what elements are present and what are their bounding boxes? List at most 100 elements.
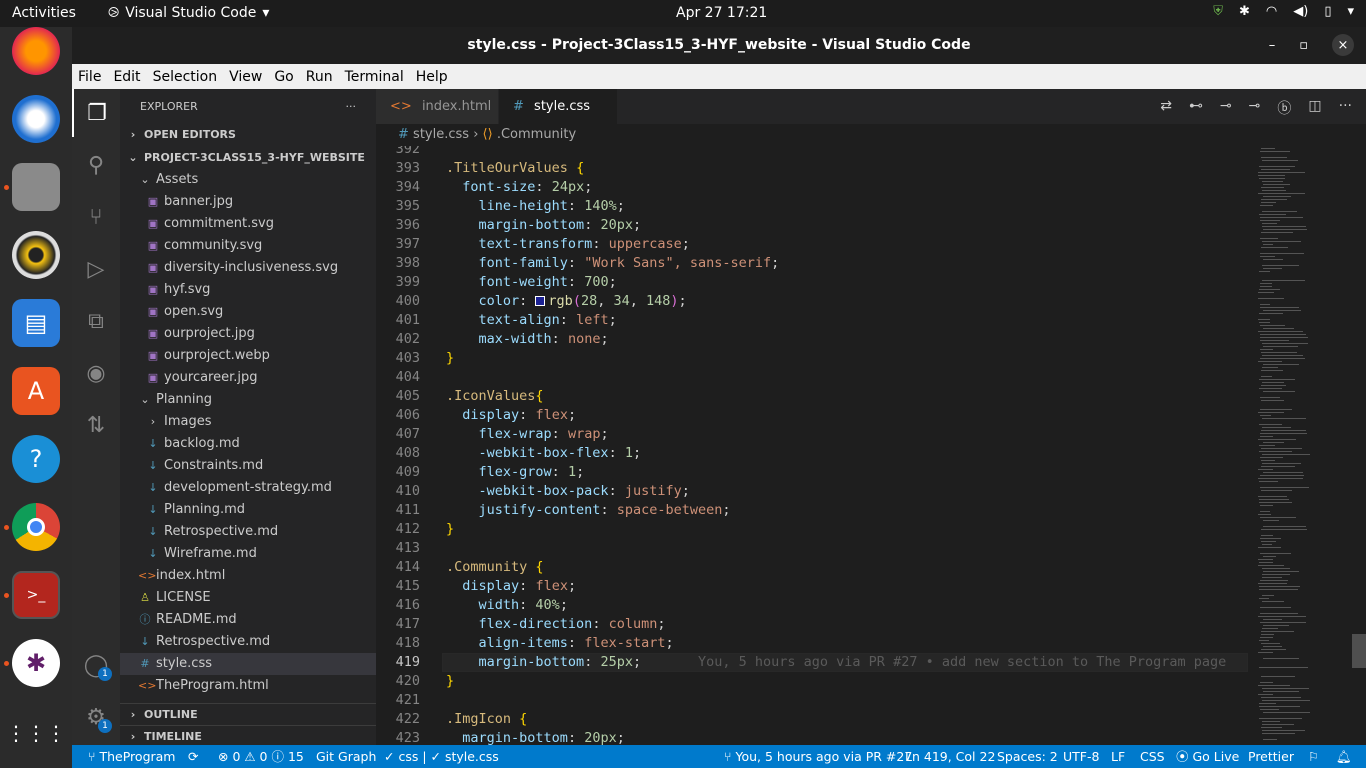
tree-file[interactable]: <>index.html [120, 565, 376, 587]
code-line[interactable]: 394 font-size: 24px; [376, 178, 1248, 197]
tab-index-html[interactable]: <> index.html [376, 89, 498, 124]
files-icon[interactable] [12, 163, 60, 211]
minimap[interactable] [1248, 146, 1366, 745]
manage-gear-icon[interactable]: ⚙ [72, 693, 120, 741]
open-editors-section[interactable]: › OPEN EDITORS [120, 124, 376, 146]
css-check-status[interactable]: ✓ css | ✓ style.css [384, 745, 499, 768]
code-line[interactable]: 405 .IconValues{ [376, 387, 1248, 406]
code-line[interactable]: 402 max-width: none; [376, 330, 1248, 349]
code-line[interactable]: 418 align-items: flex-start; [376, 634, 1248, 653]
git-graph-icon[interactable]: ◉ [72, 349, 120, 397]
menu-view[interactable]: View [223, 69, 268, 85]
volume-icon[interactable]: ◀) [1293, 4, 1308, 19]
tree-file[interactable]: # style.css [120, 653, 376, 675]
close-window-icon[interactable]: × [1332, 34, 1354, 56]
help-icon[interactable]: ? [12, 435, 60, 483]
run-debug-icon[interactable]: ▷ [72, 245, 120, 293]
code-line[interactable]: 410 -webkit-box-pack: justify; [376, 482, 1248, 501]
code-line[interactable]: 404 [376, 368, 1248, 387]
tree-file[interactable]: ▣ ourproject.webp [120, 345, 376, 367]
tree-file[interactable]: ↓ development-strategy.md [120, 477, 376, 499]
problems-status[interactable]: ⊗ 0 ⚠ 0 ⓘ 15 [218, 745, 304, 768]
tree-file[interactable]: ▣ open.svg [120, 301, 376, 323]
timeline-section[interactable]: › TIMELINE [120, 725, 376, 747]
tree-file[interactable]: ▣ commitment.svg [120, 213, 376, 235]
more-actions-icon[interactable]: ··· [346, 89, 357, 124]
code-line[interactable]: 396 margin-bottom: 20px; [376, 216, 1248, 235]
extensions-icon[interactable]: ⧉ [72, 297, 120, 345]
tree-file[interactable]: ▣ hyf.svg [120, 279, 376, 301]
tree-file[interactable]: ↓ Wireframe.md [120, 543, 376, 565]
code-line[interactable]: 392 [376, 146, 1248, 159]
code-line[interactable]: 408 -webkit-box-flex: 1; [376, 444, 1248, 463]
menu-help[interactable]: Help [410, 69, 454, 85]
activities-button[interactable]: Activities [12, 5, 76, 21]
code-line[interactable]: 401 text-align: left; [376, 311, 1248, 330]
firefox-icon[interactable] [12, 27, 60, 75]
libreoffice-writer-icon[interactable]: ▤ [12, 299, 60, 347]
toggle-blame-icon[interactable]: ⓑ [1277, 98, 1291, 118]
code-line[interactable]: 420} [376, 672, 1248, 691]
tree-file[interactable]: ↓ Planning.md [120, 499, 376, 521]
encoding-status[interactable]: UTF-8 [1063, 745, 1099, 768]
tree-file[interactable]: ▣ banner.jpg [120, 191, 376, 213]
system-tray[interactable]: ⛨ ✱ ◠ ◀) ▯ ▾ [1213, 4, 1354, 19]
code-line[interactable]: 411 justify-content: space-between; [376, 501, 1248, 520]
software-center-icon[interactable]: A [12, 367, 60, 415]
breadcrumb-symbol[interactable]: .Community [497, 127, 576, 142]
tree-file[interactable]: ▣ yourcareer.jpg [120, 367, 376, 389]
menu-terminal[interactable]: Terminal [339, 69, 410, 85]
accounts-icon[interactable]: ◯ [72, 641, 120, 689]
prettier-status[interactable]: Prettier [1248, 745, 1294, 768]
tree-file[interactable]: ↓ backlog.md [120, 433, 376, 455]
feedback-icon[interactable]: ⚐ [1308, 745, 1319, 768]
app-menu[interactable]: ⧁ Visual Studio Code ▾ [108, 5, 269, 21]
code-line[interactable]: 419 margin-bottom: 25px; You, 5 hours ago… [376, 653, 1248, 672]
menu-selection[interactable]: Selection [147, 69, 224, 85]
eol-status[interactable]: LF [1111, 745, 1125, 768]
branch-status[interactable]: ⑂ TheProgram [88, 745, 175, 768]
shield-icon[interactable]: ⛨ [1213, 4, 1223, 19]
tree-folder[interactable]: ⌄ Planning [120, 389, 376, 411]
chrome-icon[interactable] [12, 503, 60, 551]
tree-file[interactable]: ▣ ourproject.jpg [120, 323, 376, 345]
tree-file[interactable]: ⓘ README.md [120, 609, 376, 631]
next-change-icon[interactable]: ⊸ [1249, 98, 1261, 118]
rhythmbox-icon[interactable] [12, 231, 60, 279]
code-line[interactable]: 406 display: flex; [376, 406, 1248, 425]
slack-tray-icon[interactable]: ✱ [1239, 4, 1250, 19]
menu-file[interactable]: File [72, 69, 107, 85]
show-apps-icon[interactable]: ⋮⋮⋮ [6, 709, 66, 757]
scrollbar-thumb[interactable] [1352, 634, 1366, 668]
source-control-icon[interactable]: ⑂ [72, 193, 120, 241]
menu-edit[interactable]: Edit [107, 69, 146, 85]
search-icon[interactable]: ⚲ [72, 141, 120, 189]
open-changes-icon[interactable]: ⇄ [1160, 98, 1172, 118]
outline-section[interactable]: › OUTLINE [120, 703, 376, 725]
indentation-status[interactable]: Spaces: 2 [997, 745, 1058, 768]
code-line[interactable]: 393 .TitleOurValues { [376, 159, 1248, 178]
code-line[interactable]: 416 width: 40%; [376, 596, 1248, 615]
code-line[interactable]: 412} [376, 520, 1248, 539]
code-line[interactable]: 400 color: rgb(28, 34, 148); [376, 292, 1248, 311]
code-line[interactable]: 399 font-weight: 700; [376, 273, 1248, 292]
tree-file[interactable]: ↓ Constraints.md [120, 455, 376, 477]
tab-style-css[interactable]: # style.css × [499, 89, 617, 149]
tree-file[interactable]: ♙ LICENSE [120, 587, 376, 609]
code-line[interactable]: 414 .Community { [376, 558, 1248, 577]
split-editor-icon[interactable]: ◫ [1308, 98, 1321, 118]
breadcrumb-file[interactable]: style.css [413, 127, 469, 142]
pull-request-icon[interactable]: ⇅ [72, 401, 120, 449]
go-live-button[interactable]: ⦿ Go Live [1176, 745, 1239, 768]
tree-file[interactable]: ▣ community.svg [120, 235, 376, 257]
maximize-icon[interactable]: ▫ [1299, 27, 1308, 64]
cursor-position[interactable]: Ln 419, Col 22 [905, 745, 995, 768]
slack-icon[interactable]: ✱ [12, 639, 60, 687]
tree-file[interactable]: ↓ Retrospective.md [120, 631, 376, 653]
code-line[interactable]: 421 [376, 691, 1248, 710]
code-line[interactable]: 423 margin-bottom: 20px; [376, 729, 1248, 745]
tree-file[interactable]: <>TheProgram.html [120, 675, 376, 697]
code-line[interactable]: 415 display: flex; [376, 577, 1248, 596]
notifications-icon[interactable]: 🔔︎ [1336, 745, 1352, 768]
explorer-icon[interactable]: ❐ [72, 89, 120, 137]
